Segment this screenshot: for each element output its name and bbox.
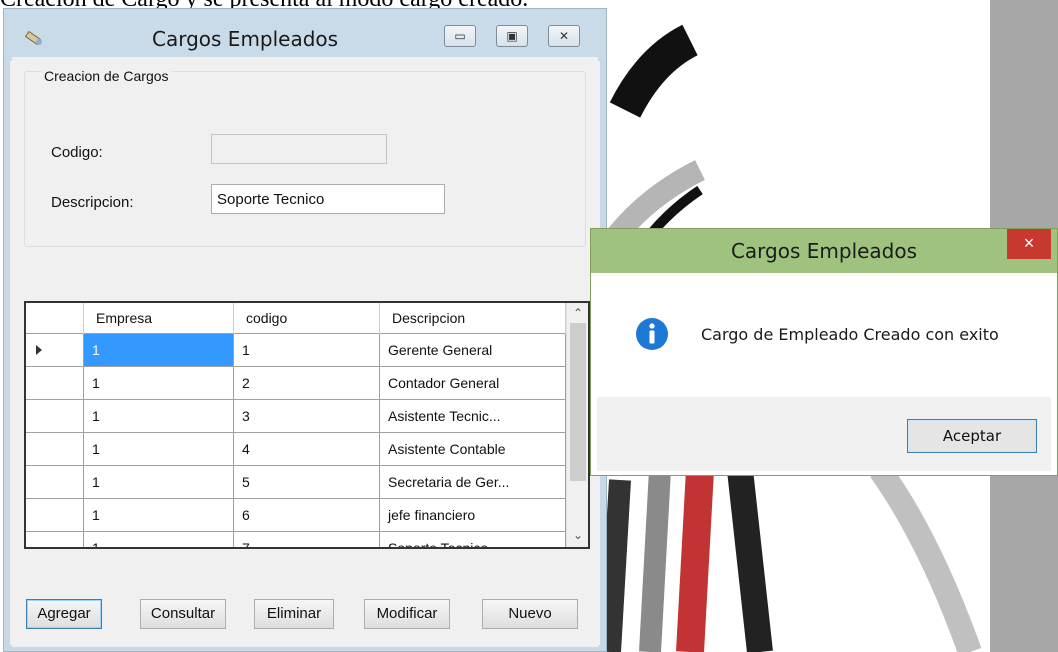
app-icon <box>24 30 42 46</box>
row-header[interactable] <box>26 499 84 531</box>
window-client-area: Creacion de Cargos Codigo: Descripcion: … <box>12 57 598 647</box>
table-row[interactable]: 1 4 Asistente Contable <box>26 433 566 466</box>
cell-descripcion[interactable]: Soporte Tecnico <box>380 532 566 547</box>
table-row[interactable]: 1 1 Gerente General <box>26 334 566 367</box>
cell-empresa[interactable]: 1 <box>84 466 234 498</box>
column-header-codigo[interactable]: codigo <box>234 303 380 334</box>
info-icon <box>636 318 668 350</box>
cell-empresa[interactable]: 1 <box>84 532 234 547</box>
scroll-down-icon[interactable]: ⌄ <box>567 525 588 545</box>
grid-header: Empresa codigo Descripcion <box>26 303 566 334</box>
table-row[interactable]: 1 6 jefe financiero <box>26 499 566 532</box>
cargos-grid[interactable]: Empresa codigo Descripcion 1 1 Gerente G… <box>24 301 590 549</box>
cell-codigo[interactable]: 7 <box>234 532 380 547</box>
message-box-footer: Aceptar <box>597 397 1051 471</box>
message-box: Cargos Empleados × Cargo de Empleado Cre… <box>590 228 1058 476</box>
message-box-close-button[interactable]: × <box>1007 229 1051 259</box>
cell-codigo[interactable]: 2 <box>234 367 380 399</box>
codigo-field[interactable] <box>211 134 387 164</box>
codigo-label: Codigo: <box>51 144 103 161</box>
aceptar-button[interactable]: Aceptar <box>907 419 1037 453</box>
column-header-descripcion[interactable]: Descripcion <box>380 303 566 334</box>
scroll-thumb[interactable] <box>570 323 586 481</box>
cell-descripcion[interactable]: Secretaria de Ger... <box>380 466 566 498</box>
window-title: Cargos Empleados <box>152 27 339 51</box>
grid-corner-header <box>26 303 84 334</box>
close-button[interactable]: ✕ <box>548 25 580 47</box>
table-row[interactable]: 1 3 Asistente Tecnic... <box>26 400 566 433</box>
current-row-arrow-icon <box>36 345 42 355</box>
cell-codigo[interactable]: 1 <box>234 334 380 366</box>
eliminar-button[interactable]: Eliminar <box>254 599 334 629</box>
cell-empresa[interactable]: 1 <box>84 334 234 366</box>
cell-descripcion[interactable]: Contador General <box>380 367 566 399</box>
grid-vertical-scrollbar[interactable]: ⌃ ⌄ <box>566 303 588 547</box>
consultar-button[interactable]: Consultar <box>140 599 226 629</box>
message-box-body: Cargo de Empleado Creado con exito <box>597 273 1051 397</box>
creacion-cargos-group: Creacion de Cargos Codigo: Descripcion: <box>24 68 586 247</box>
close-icon: × <box>1023 233 1035 253</box>
window-titlebar[interactable]: Cargos Empleados ▭ ▣ ✕ <box>4 9 606 61</box>
cell-descripcion[interactable]: Gerente General <box>380 334 566 366</box>
group-title: Creacion de Cargos <box>41 68 172 84</box>
message-text: Cargo de Empleado Creado con exito <box>701 325 999 344</box>
cell-codigo[interactable]: 6 <box>234 499 380 531</box>
row-header[interactable] <box>26 400 84 432</box>
row-header[interactable] <box>26 466 84 498</box>
table-row[interactable]: 1 2 Contador General <box>26 367 566 400</box>
row-header[interactable] <box>26 433 84 465</box>
cell-empresa[interactable]: 1 <box>84 499 234 531</box>
descripcion-field[interactable] <box>211 184 445 214</box>
cell-empresa[interactable]: 1 <box>84 367 234 399</box>
nuevo-button[interactable]: Nuevo <box>482 599 578 629</box>
modificar-button[interactable]: Modificar <box>364 599 450 629</box>
table-row[interactable]: 1 5 Secretaria de Ger... <box>26 466 566 499</box>
minimize-icon: ▭ <box>454 29 466 43</box>
cell-descripcion[interactable]: Asistente Tecnic... <box>380 400 566 432</box>
minimize-button[interactable]: ▭ <box>444 25 476 47</box>
cell-codigo[interactable]: 4 <box>234 433 380 465</box>
message-box-titlebar[interactable]: Cargos Empleados × <box>591 229 1057 273</box>
cell-descripcion[interactable]: Asistente Contable <box>380 433 566 465</box>
cell-codigo[interactable]: 3 <box>234 400 380 432</box>
cell-empresa[interactable]: 1 <box>84 433 234 465</box>
scroll-up-icon[interactable]: ⌃ <box>567 303 588 323</box>
cargos-empleados-window: Cargos Empleados ▭ ▣ ✕ Creacion de Cargo… <box>3 8 607 652</box>
cell-descripcion[interactable]: jefe financiero <box>380 499 566 531</box>
row-header[interactable] <box>26 367 84 399</box>
row-header[interactable] <box>26 334 84 366</box>
cell-empresa[interactable]: 1 <box>84 400 234 432</box>
column-header-empresa[interactable]: Empresa <box>84 303 234 334</box>
maximize-button[interactable]: ▣ <box>496 25 528 47</box>
maximize-icon: ▣ <box>506 29 518 43</box>
cell-codigo[interactable]: 5 <box>234 466 380 498</box>
descripcion-label: Descripcion: <box>51 194 134 211</box>
row-header[interactable] <box>26 532 84 547</box>
message-box-title: Cargos Empleados <box>730 239 918 263</box>
table-row[interactable]: 1 7 Soporte Tecnico <box>26 532 566 547</box>
close-icon: ✕ <box>558 29 570 43</box>
agregar-button[interactable]: Agregar <box>26 599 102 629</box>
